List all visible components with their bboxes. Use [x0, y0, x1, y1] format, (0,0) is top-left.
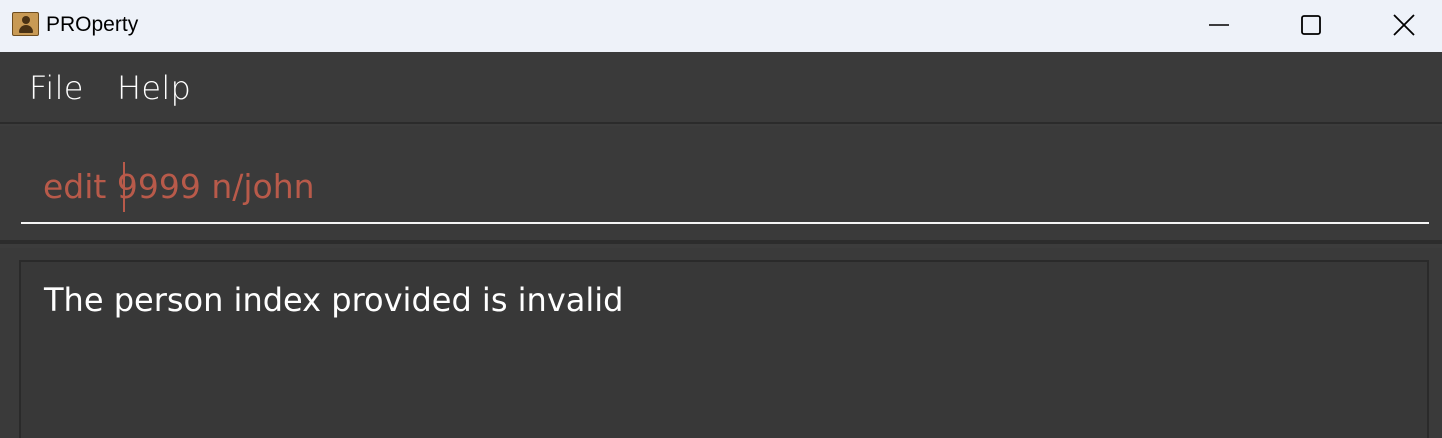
menu-bar: File Help — [0, 52, 1442, 124]
menu-help[interactable]: Help — [117, 68, 191, 108]
result-display-panel: The person index provided is invalid — [0, 248, 1442, 438]
close-button[interactable] — [1381, 0, 1427, 50]
title-bar: PROperty — [0, 0, 1442, 52]
text-caret — [123, 162, 125, 212]
app-contact-book-icon — [12, 12, 39, 36]
minimize-button[interactable] — [1196, 0, 1242, 50]
command-box-panel: edit 9999 n/john — [0, 126, 1442, 244]
maximize-icon — [1301, 15, 1321, 35]
close-icon — [1393, 14, 1415, 36]
command-input[interactable]: edit 9999 n/john — [21, 160, 1429, 224]
result-message: The person index provided is invalid — [44, 281, 624, 319]
minimize-icon — [1209, 24, 1229, 26]
menu-file[interactable]: File — [29, 68, 84, 108]
maximize-button[interactable] — [1288, 0, 1334, 50]
window-title: PROperty — [46, 13, 139, 36]
command-input-text: edit 9999 n/john — [43, 167, 315, 206]
result-display[interactable]: The person index provided is invalid — [19, 260, 1429, 438]
